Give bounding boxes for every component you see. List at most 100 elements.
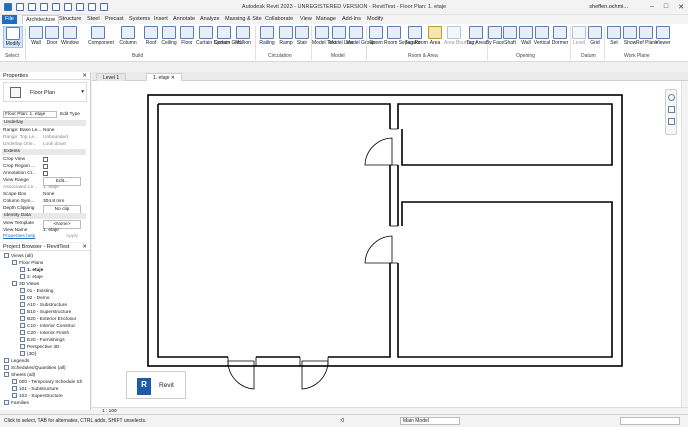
window-button[interactable]: Window (60, 26, 80, 46)
user-account[interactable]: sheffen.ochmi... (589, 4, 628, 10)
exterior-wall-outer[interactable] (147, 94, 623, 367)
area-button[interactable]: Area (425, 26, 445, 46)
area-boundary-button: Area Boundary (444, 26, 477, 46)
floor-button[interactable]: Floor (177, 26, 197, 46)
browser-item[interactable]: Perspective 3D (20, 344, 60, 351)
dormer-button[interactable]: Dormer (550, 26, 570, 46)
design-option-selector[interactable]: Main Model (400, 417, 460, 425)
browser-item[interactable]: C20 - Interior Finish (20, 330, 69, 337)
browser-item[interactable]: B20 - Exterior Enclosur (20, 316, 76, 323)
edit-type-button[interactable]: Edit Type (60, 111, 80, 118)
browser-item[interactable]: 3D Views (12, 281, 39, 288)
browser-item[interactable]: B10 - Superstructure (20, 309, 71, 316)
browser-item[interactable]: C10 - Interior Construc (20, 323, 76, 330)
section-identity-data[interactable]: Identity Data (2, 213, 86, 219)
browser-item[interactable]: Families (4, 400, 29, 407)
stair-button[interactable]: Stair (292, 26, 312, 46)
section-underlay[interactable]: Underlay (2, 120, 86, 126)
close-icon[interactable]: ✕ (82, 72, 87, 80)
crop-region-checkbox[interactable] (43, 164, 48, 169)
view-icon (20, 323, 25, 328)
tab-systems[interactable]: Systems (126, 15, 153, 24)
drawing-canvas[interactable]: R Revit (92, 81, 688, 408)
view-tab-1-etaje[interactable]: 1. etaje ✕ (146, 73, 182, 81)
room-bottom-right-walls[interactable] (397, 165, 613, 358)
door-swing[interactable] (364, 235, 393, 264)
browser-item[interactable]: 101 - Substructure (12, 386, 58, 393)
annotation-crop-checkbox[interactable] (43, 171, 48, 176)
room-top-right-walls[interactable] (397, 103, 613, 166)
browser-item[interactable]: 02 - Demo (20, 295, 49, 302)
viewer-button[interactable]: Viewer (653, 26, 673, 46)
browser-item[interactable]: Views (all) (4, 253, 33, 260)
browser-item[interactable]: Schedules/Quantities (all) (4, 365, 66, 372)
group-select[interactable]: Select (5, 53, 19, 59)
browser-item[interactable]: Sheets (all) (4, 372, 35, 379)
status-filter-field[interactable] (620, 417, 680, 425)
browser-item[interactable]: Legends (4, 358, 29, 365)
room-separator-button[interactable]: Room Separator (384, 26, 421, 46)
browser-item[interactable]: A10 - Substructure (20, 302, 67, 309)
close-icon[interactable]: ✕ (82, 243, 87, 251)
door-jamb (390, 128, 398, 264)
vertical-opening-button[interactable]: Vertical (532, 26, 552, 46)
interior-wall[interactable] (328, 165, 391, 358)
browser-item[interactable]: Floor Plans (12, 260, 43, 267)
tag-room-button[interactable]: Tag Room (405, 26, 428, 46)
tab-massing-site[interactable]: Massing & Site (222, 15, 265, 24)
room-left-wall[interactable] (158, 103, 391, 129)
vertical-scrollbar[interactable] (681, 81, 688, 408)
curtain-grid-button[interactable]: Curtain Grid (214, 26, 241, 46)
type-selector[interactable]: Floor Plan ▾ (3, 82, 87, 102)
door-swing[interactable] (364, 137, 393, 166)
zoom-icon[interactable] (668, 106, 675, 113)
ceiling-button[interactable]: Ceiling (159, 26, 179, 46)
zoom-region-icon[interactable] (668, 118, 675, 125)
browser-item[interactable]: {3D} (20, 351, 36, 358)
mullion-button[interactable]: Mullion (233, 26, 253, 46)
tab-file[interactable]: File (2, 15, 17, 24)
railing-button[interactable]: Railing (257, 26, 277, 46)
properties-header: Properties ✕ (0, 72, 90, 80)
group-room-area[interactable]: Room & Area (408, 53, 438, 59)
tag-area-button[interactable]: Tag Area (466, 26, 486, 46)
tab-add-ins[interactable]: Add-Ins (339, 15, 364, 24)
section-extents[interactable]: Extents (2, 149, 86, 155)
browser-item[interactable]: 000 - Temporary Schedule Sh (12, 379, 82, 386)
tab-architecture[interactable]: Architecture (22, 15, 60, 24)
browser-item[interactable]: 01 - Existing (20, 288, 53, 295)
interior-wall-bottom[interactable] (157, 104, 300, 358)
browser-item[interactable]: 102 - Superstructure (12, 393, 63, 400)
model-group-button[interactable]: Model Group (346, 26, 375, 46)
tag-room-icon (408, 26, 422, 39)
browser-item[interactable]: 1. etaje (20, 267, 43, 274)
crop-view-checkbox[interactable] (43, 157, 48, 162)
tab-steel[interactable]: Steel (84, 15, 103, 24)
component-button[interactable]: Component (88, 26, 114, 46)
maximize-icon[interactable]: □ (664, 3, 668, 11)
properties-help-link[interactable]: Properties help (3, 234, 35, 239)
browser-item[interactable]: E20 - Furnishings (20, 337, 65, 344)
tab-collaborate[interactable]: Collaborate (262, 15, 296, 24)
minimize-icon[interactable]: – (650, 3, 654, 11)
tab-annotate[interactable]: Annotate (170, 15, 198, 24)
browser-item[interactable]: 2. etaje (20, 274, 43, 281)
tab-modify[interactable]: Modify (364, 15, 386, 24)
instance-selector[interactable]: Floor Plan: 1. etaje (3, 111, 57, 118)
view-tab-level-1[interactable]: Level 1 (96, 73, 127, 81)
close-icon[interactable]: ✕ (678, 3, 684, 11)
tab-analyze[interactable]: Analyze (197, 15, 223, 24)
view-icon (20, 344, 25, 349)
tab-structure[interactable]: Structure (56, 15, 84, 24)
modify-button[interactable]: Modify (3, 26, 23, 48)
door-button[interactable]: Door (42, 26, 62, 46)
room-button[interactable]: Room (366, 26, 386, 46)
tab-manage[interactable]: Manage (313, 15, 339, 24)
column-button[interactable]: Column (118, 26, 138, 46)
grid-button[interactable]: Grid (585, 26, 605, 46)
tab-insert[interactable]: Insert (151, 15, 171, 24)
steering-wheel-icon[interactable] (668, 94, 675, 101)
tab-precast[interactable]: Precast (102, 15, 127, 24)
curtain-system-button[interactable]: Curtain System (196, 26, 230, 46)
roof-button[interactable]: Roof (141, 26, 161, 46)
